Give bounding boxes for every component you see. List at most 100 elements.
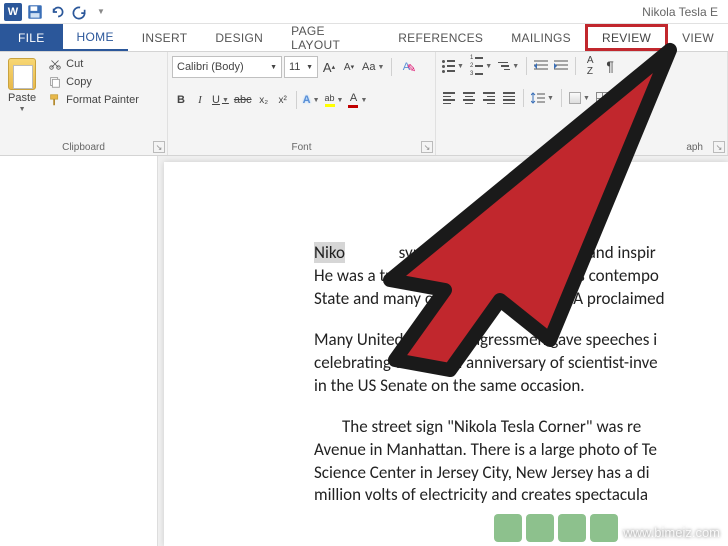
clipboard-launcher-icon[interactable]: ↘ — [153, 141, 165, 153]
italic-button[interactable]: I — [191, 90, 209, 110]
paste-button[interactable]: Paste ▼ — [4, 56, 40, 115]
group-font: Calibri (Body) ▼ 11 ▼ A▴ A▾ Aa▼ A✎ B I U… — [168, 52, 436, 155]
align-center-icon — [463, 92, 475, 104]
highlight-button[interactable]: ab ▼ — [323, 90, 346, 110]
multilevel-list-button[interactable]: ▼ — [496, 56, 521, 76]
tab-page-layout[interactable]: PAGE LAYOUT — [277, 24, 384, 51]
show-hide-button[interactable]: ¶ — [601, 56, 619, 76]
decrease-indent-button[interactable] — [532, 56, 550, 76]
align-right-icon — [483, 92, 495, 104]
separator — [575, 57, 576, 75]
format-painter-label: Format Painter — [66, 94, 139, 106]
format-painter-icon — [48, 93, 62, 107]
decrease-indent-icon — [534, 60, 548, 72]
numbering-button[interactable]: 1 2 3 ▼ — [468, 56, 494, 76]
separator — [296, 91, 297, 109]
undo-icon[interactable] — [48, 3, 66, 21]
font-name-value: Calibri (Body) — [177, 61, 244, 73]
font-name-select[interactable]: Calibri (Body) ▼ — [172, 56, 282, 78]
copy-button[interactable]: Copy — [46, 74, 141, 90]
increase-indent-button[interactable] — [552, 56, 570, 76]
paragraph-3: The street sign "Nikola Tesla Corner" wa… — [314, 416, 728, 508]
highlighted-text: Niko — [314, 242, 345, 263]
multilevel-icon — [498, 62, 510, 71]
bullets-button[interactable]: ▼ — [440, 56, 466, 76]
paste-icon — [8, 58, 36, 90]
paragraph-group-label: aph — [440, 140, 723, 155]
qat-customize-icon[interactable]: ▼ — [92, 3, 110, 21]
grow-font-button[interactable]: A▴ — [320, 57, 338, 77]
ribbon-tabs: FILE HOME INSERT DESIGN PAGE LAYOUT REFE… — [0, 24, 728, 52]
align-left-icon — [443, 92, 455, 104]
superscript-button[interactable]: x² — [274, 90, 292, 110]
font-size-value: 11 — [289, 61, 300, 73]
title-bar: W ▼ Nikola Tesla E — [0, 0, 728, 24]
font-group-label: Font — [172, 140, 431, 155]
subscript-button[interactable]: x₂ — [255, 90, 273, 110]
copy-icon — [48, 75, 62, 89]
text-effects-button[interactable]: A▼ — [301, 90, 322, 110]
tab-review[interactable]: REVIEW — [585, 24, 668, 51]
group-paragraph: ▼ 1 2 3 ▼ ▼ — [436, 52, 728, 155]
separator — [391, 58, 392, 76]
paragraph-launcher-icon[interactable]: ↘ — [713, 141, 725, 153]
redo-icon[interactable] — [70, 3, 88, 21]
line-spacing-icon — [531, 91, 545, 105]
justify-icon — [503, 92, 515, 104]
tab-references[interactable]: REFERENCES — [384, 24, 497, 51]
shrink-font-button[interactable]: A▾ — [340, 57, 358, 77]
quick-access-toolbar: W ▼ — [4, 3, 110, 21]
font-color-button[interactable]: A ▼ — [346, 90, 369, 110]
separator — [561, 89, 562, 107]
align-right-button[interactable] — [480, 88, 498, 108]
sort-icon: AZ — [587, 55, 594, 77]
align-center-button[interactable] — [460, 88, 478, 108]
sort-button[interactable]: AZ — [581, 56, 599, 76]
document-page[interactable]: Nikola Tesla symbolizes a unifying force… — [164, 162, 728, 546]
tab-design[interactable]: DESIGN — [201, 24, 277, 51]
cut-label: Cut — [66, 58, 83, 70]
tab-file[interactable]: FILE — [0, 24, 63, 51]
highlight-icon: ab — [325, 93, 335, 103]
save-icon[interactable] — [26, 3, 44, 21]
justify-button[interactable] — [500, 88, 518, 108]
borders-button[interactable]: ▼ — [594, 88, 619, 108]
change-case-button[interactable]: Aa▼ — [360, 57, 386, 77]
bullets-icon — [442, 60, 455, 73]
group-clipboard: Paste ▼ Cut Copy Format Painter Clipboar… — [0, 52, 168, 155]
tab-mailings[interactable]: MAILINGS — [497, 24, 585, 51]
chevron-down-icon: ▼ — [270, 64, 277, 71]
shading-button[interactable]: ▼ — [567, 88, 592, 108]
navigation-pane[interactable] — [0, 156, 158, 546]
clipboard-group-label: Clipboard — [4, 140, 163, 155]
separator — [526, 57, 527, 75]
cut-icon — [48, 57, 62, 71]
align-left-button[interactable] — [440, 88, 458, 108]
borders-icon — [596, 92, 608, 104]
font-size-select[interactable]: 11 ▼ — [284, 56, 318, 78]
line-spacing-button[interactable]: ▼ — [529, 88, 556, 108]
shading-icon — [569, 92, 581, 104]
tab-view[interactable]: VIEW — [668, 24, 728, 51]
tab-home[interactable]: HOME — [63, 24, 128, 51]
document-area: Nikola Tesla symbolizes a unifying force… — [0, 156, 728, 546]
format-painter-button[interactable]: Format Painter — [46, 92, 141, 108]
paste-dropdown-icon[interactable]: ▼ — [19, 106, 26, 113]
tab-insert[interactable]: INSERT — [128, 24, 202, 51]
clipboard-side: Cut Copy Format Painter — [46, 56, 141, 108]
underline-button[interactable]: U▼ — [210, 90, 231, 110]
bold-button[interactable]: B — [172, 90, 190, 110]
ribbon: Paste ▼ Cut Copy Format Painter Clipboar… — [0, 52, 728, 156]
cut-button[interactable]: Cut — [46, 56, 141, 72]
font-launcher-icon[interactable]: ↘ — [421, 141, 433, 153]
word-app-icon[interactable]: W — [4, 3, 22, 21]
chevron-down-icon: ▼ — [306, 64, 313, 71]
clear-formatting-button[interactable]: A✎ — [397, 57, 415, 77]
strikethrough-button[interactable]: abc — [232, 90, 254, 110]
separator — [523, 89, 524, 107]
font-color-icon: A — [350, 92, 357, 104]
paste-label: Paste — [8, 92, 36, 104]
copy-label: Copy — [66, 76, 92, 88]
pilcrow-icon: ¶ — [606, 58, 614, 74]
numbering-icon: 1 2 3 — [470, 55, 483, 77]
